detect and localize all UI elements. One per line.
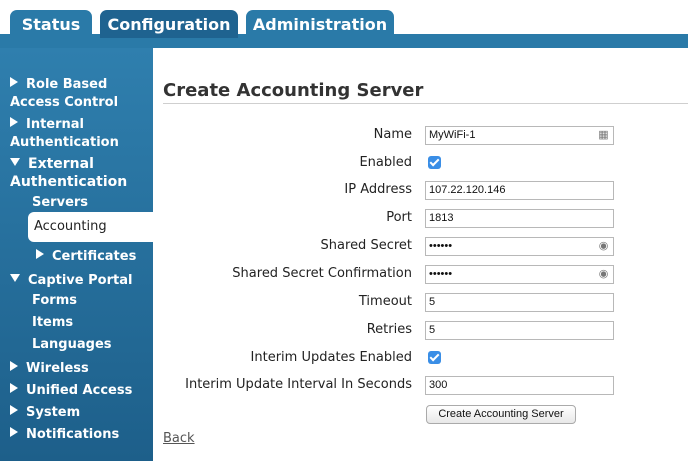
sidebar-item-system[interactable]: System bbox=[10, 404, 80, 422]
sidebar-item-label: Authentication bbox=[10, 135, 119, 150]
retries-label: Retries bbox=[366, 322, 412, 337]
tab-administration-label: Administration bbox=[252, 15, 388, 34]
sidebar-item-unified-access[interactable]: Unified Access bbox=[10, 382, 132, 400]
name-input-value: MyWiFi-1 bbox=[429, 129, 476, 141]
shared-secret-confirmation-label: Shared Secret Confirmation bbox=[232, 266, 412, 281]
sidebar-item-label: Internal bbox=[26, 117, 85, 132]
shared-secret-confirmation-input[interactable]: •••••• ◉ bbox=[425, 265, 614, 284]
sidebar-item-label: Wireless bbox=[26, 361, 89, 376]
sidebar-item-servers[interactable]: Servers bbox=[32, 194, 88, 212]
shared-secret-label: Shared Secret bbox=[320, 238, 412, 253]
sidebar-item-external-authentication[interactable]: External Authentication bbox=[10, 155, 127, 191]
sidebar-item-label: Authentication bbox=[10, 174, 128, 190]
chevron-right-icon bbox=[10, 361, 18, 371]
sidebar-item-label: System bbox=[26, 405, 81, 420]
sidebar-item-items[interactable]: Items bbox=[32, 314, 73, 332]
ip-address-value: 107.22.120.146 bbox=[429, 184, 506, 196]
ip-address-label: IP Address bbox=[344, 182, 412, 197]
password-reveal-icon[interactable]: ◉ bbox=[598, 268, 609, 281]
name-input[interactable]: MyWiFi-1 ▦ bbox=[425, 126, 614, 145]
sidebar-item-label: Forms bbox=[32, 293, 77, 308]
retries-input[interactable]: 5 bbox=[425, 321, 614, 340]
create-accounting-server-button[interactable]: Create Accounting Server bbox=[426, 405, 576, 424]
shared-secret-confirmation-value: •••••• bbox=[429, 268, 453, 280]
port-input[interactable]: 1813 bbox=[425, 209, 614, 228]
retries-value: 5 bbox=[429, 324, 436, 336]
back-link[interactable]: Back bbox=[163, 431, 195, 446]
timeout-label: Timeout bbox=[358, 294, 412, 309]
sidebar-item-languages[interactable]: Languages bbox=[32, 336, 112, 354]
chevron-right-icon bbox=[10, 427, 18, 437]
sidebar-item-label: Items bbox=[32, 315, 74, 330]
ip-address-input[interactable]: 107.22.120.146 bbox=[425, 181, 614, 200]
sidebar-item-role-based-access-control[interactable]: Role Based Access Control bbox=[10, 76, 118, 112]
chevron-down-icon bbox=[10, 158, 20, 166]
tab-administration[interactable]: Administration bbox=[246, 10, 394, 38]
sidebar-item-internal-authentication[interactable]: Internal Authentication bbox=[10, 116, 119, 152]
chevron-right-icon bbox=[10, 405, 18, 415]
chevron-right-icon bbox=[10, 117, 18, 127]
interim-update-interval-input[interactable]: 300 bbox=[425, 376, 614, 395]
sidebar-item-wireless[interactable]: Wireless bbox=[10, 360, 89, 378]
interim-update-interval-value: 300 bbox=[429, 379, 448, 391]
password-reveal-icon[interactable]: ◉ bbox=[598, 240, 609, 253]
chevron-right-icon bbox=[10, 77, 18, 87]
tab-configuration[interactable]: Configuration bbox=[100, 10, 238, 38]
timeout-value: 5 bbox=[429, 296, 436, 308]
shared-secret-value: •••••• bbox=[429, 240, 453, 252]
interim-update-interval-label: Interim Update Interval In Seconds bbox=[185, 377, 412, 392]
name-label: Name bbox=[373, 127, 412, 142]
port-label: Port bbox=[386, 210, 412, 225]
sidebar-item-label: Captive Portal bbox=[28, 273, 133, 288]
contact-card-icon[interactable]: ▦ bbox=[598, 129, 609, 142]
sidebar-item-forms[interactable]: Forms bbox=[32, 292, 77, 310]
timeout-input[interactable]: 5 bbox=[425, 293, 614, 312]
sidebar-item-label: Servers bbox=[32, 195, 89, 210]
enabled-checkbox[interactable] bbox=[428, 156, 441, 169]
chevron-right-icon bbox=[36, 249, 44, 259]
tab-status-label: Status bbox=[21, 15, 81, 34]
sidebar-item-label: Notifications bbox=[26, 427, 120, 442]
sidebar-item-captive-portal[interactable]: Captive Portal bbox=[10, 272, 132, 290]
title-divider bbox=[163, 103, 688, 104]
sidebar-item-label: Role Based bbox=[26, 77, 108, 92]
tab-configuration-label: Configuration bbox=[107, 15, 231, 34]
chevron-down-icon bbox=[10, 274, 20, 282]
sidebar-item-label: Accounting bbox=[34, 219, 107, 234]
sidebar-item-label: Languages bbox=[32, 337, 112, 352]
tab-status[interactable]: Status bbox=[10, 10, 92, 38]
shared-secret-input[interactable]: •••••• ◉ bbox=[425, 237, 614, 256]
sidebar-item-notifications[interactable]: Notifications bbox=[10, 426, 119, 444]
sidebar-item-accounting[interactable]: Accounting bbox=[28, 212, 153, 242]
sidebar-item-label: Unified Access bbox=[26, 383, 133, 398]
sidebar-item-label: Certificates bbox=[52, 249, 137, 264]
sidebar-item-certificates[interactable]: Certificates bbox=[36, 248, 136, 266]
chevron-right-icon bbox=[10, 383, 18, 393]
page-title: Create Accounting Server bbox=[163, 80, 424, 101]
interim-updates-enabled-label: Interim Updates Enabled bbox=[250, 350, 412, 365]
interim-updates-enabled-checkbox[interactable] bbox=[428, 351, 441, 364]
sidebar-item-label: Access Control bbox=[10, 95, 119, 110]
enabled-label: Enabled bbox=[359, 155, 412, 170]
sidebar-item-label: External bbox=[28, 156, 94, 172]
port-value: 1813 bbox=[429, 212, 454, 224]
